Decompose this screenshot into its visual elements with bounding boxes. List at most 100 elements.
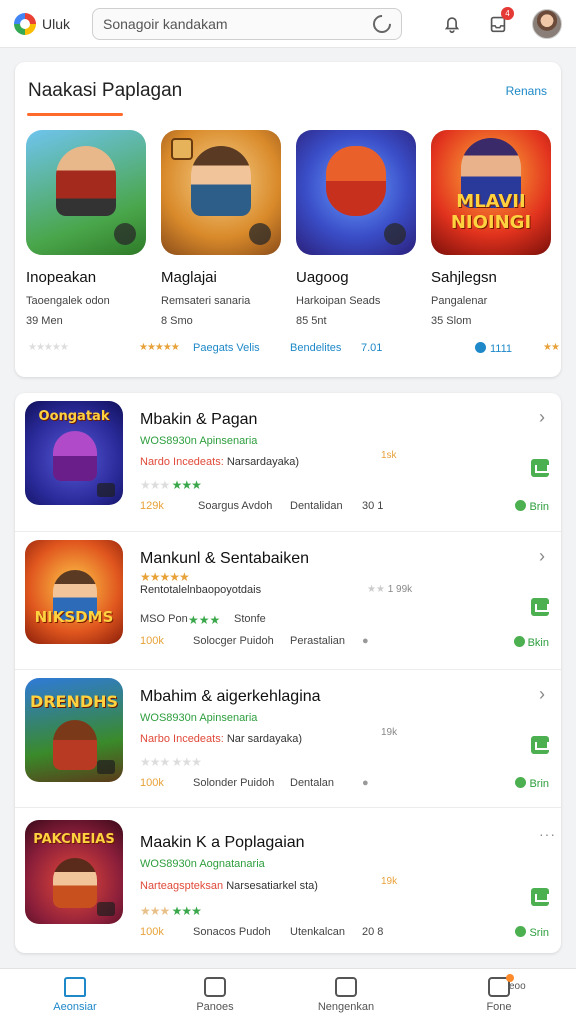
chevron-right-icon[interactable]: › — [539, 684, 549, 704]
app-size: 39 Men — [26, 315, 63, 327]
app-list: Oongatak Mbakin & Pagan WOS8930n Apinsen… — [15, 393, 561, 953]
category-link[interactable]: Paegats Velis — [193, 342, 260, 354]
icon-wordmark: MLAVII NIOINGI — [450, 191, 532, 233]
section-title: Naakasi Paplagan — [28, 80, 183, 101]
rating-stars: ★★ — [543, 342, 560, 353]
inbox-icon[interactable]: 4 — [486, 6, 514, 36]
open-button[interactable]: Srin — [515, 926, 549, 939]
open-button[interactable]: Brin — [515, 777, 549, 790]
app-category: WOS8930n Apinsenaria — [140, 435, 258, 447]
badge-icon — [97, 760, 115, 774]
list-item[interactable]: PAKCNEIAS Maakin K a Poplagaian WOS8930n… — [15, 807, 561, 953]
app-size: 8 Smo — [161, 315, 193, 327]
app-icon — [161, 130, 281, 255]
app-icon — [26, 130, 146, 255]
avatar[interactable] — [532, 8, 562, 39]
app-icon: PAKCNEIAS — [25, 820, 123, 924]
badge-icon — [384, 223, 406, 245]
nav-apps[interactable]: Nengenkan — [296, 977, 396, 1013]
app-title: Mbakin & Pagan — [140, 411, 258, 428]
open-button[interactable]: Bkin — [513, 636, 549, 649]
badge-icon — [114, 223, 136, 245]
app-name: Uagoog — [296, 269, 349, 286]
bottom-nav: Aeonsiar Panoes Nengenkan Fone eoo — [0, 968, 576, 1024]
category-link[interactable]: Bendelites — [290, 342, 341, 354]
gamepad-icon — [204, 977, 226, 997]
install-icon[interactable] — [531, 888, 549, 906]
character-art — [53, 720, 97, 770]
featured-footer-row: ★★★★★ ★★★★★ Paegats Velis Bendelites 7.0… — [28, 342, 560, 358]
rating-stars: ★★★★★ — [28, 342, 69, 353]
app-icon: DRENDHS — [25, 678, 123, 782]
see-more-link[interactable]: Renans — [506, 84, 547, 98]
badge-icon — [97, 483, 115, 497]
rating-count: 7.01 — [361, 342, 383, 354]
document-icon — [335, 977, 357, 997]
play-icon — [515, 926, 527, 937]
install-icon[interactable] — [531, 736, 549, 754]
search-input[interactable] — [103, 15, 373, 32]
app-size: 35 Slom — [431, 315, 472, 327]
character-art — [53, 858, 97, 908]
bell-icon — [488, 974, 514, 997]
featured-app-card[interactable]: Inopeakan Taoengalek odon 39 Men — [26, 130, 146, 327]
icon-wordmark: Oongatak — [38, 409, 110, 424]
top-icons: 4 — [440, 6, 562, 39]
refresh-icon[interactable] — [369, 10, 395, 37]
app-developer: Taoengalek odon — [26, 295, 110, 307]
play-icon — [515, 777, 527, 788]
install-icon[interactable] — [531, 459, 549, 477]
rating-stars: ★★★ ★★★ — [140, 904, 202, 918]
top-bar: Uluk 4 — [0, 0, 576, 48]
small-rating: 19k — [381, 727, 398, 738]
featured-section: Naakasi Paplagan Renans Inopeakan Taoeng… — [15, 62, 561, 377]
install-icon[interactable] — [531, 598, 549, 616]
nav-home[interactable]: Aeonsiar — [25, 977, 125, 1013]
nav-games[interactable]: Panoes — [165, 977, 265, 1013]
search-bar[interactable] — [92, 7, 402, 40]
open-button[interactable]: Brin — [515, 500, 549, 513]
character-art — [191, 146, 251, 216]
featured-app-card[interactable]: Uagoog Harkoipan Seads 85 5nt — [296, 130, 416, 327]
small-rating: 1sk — [381, 450, 397, 461]
small-rating: ★★ 1 99k — [367, 584, 413, 595]
app-icon: NIKSDMS — [25, 540, 123, 644]
logo-text: Uluk — [42, 15, 71, 32]
icon-wordmark: PAKCNEIAS — [33, 832, 115, 847]
app-developer: Harkoipan Seads — [296, 295, 381, 307]
app-developer: Remsateri sanaria — [161, 295, 251, 307]
featured-app-card[interactable]: Maglajai Remsateri sanaria 8 Smo — [161, 130, 281, 327]
app-size: 85 5nt — [296, 315, 327, 327]
tag-icon — [171, 138, 193, 160]
rating-stars: ★★★ ★★★ — [140, 755, 202, 769]
app-developer: Pangalenar — [431, 295, 488, 307]
featured-apps-row: Inopeakan Taoengalek odon 39 Men Maglaja… — [26, 130, 561, 327]
app-name: Maglajai — [161, 269, 217, 286]
chevron-right-icon[interactable]: › — [539, 546, 549, 566]
rating-stars: ★★★★★ — [139, 342, 180, 353]
app-logo[interactable]: Uluk — [14, 12, 86, 35]
chevron-right-icon[interactable]: › — [539, 407, 549, 427]
app-title: Maakin K a Poplagaian — [140, 834, 305, 851]
app-icon — [296, 130, 416, 255]
badge-icon — [97, 902, 115, 916]
list-item[interactable]: DRENDHS Mbahim & aigerkehlagina WOS8930n… — [15, 669, 561, 807]
app-title: Mbahim & aigerkehlagina — [140, 688, 321, 705]
list-item[interactable]: NIKSDMS Mankunl & Sentabaiken ★★★★★ Rent… — [15, 531, 561, 669]
play-icon — [513, 636, 525, 647]
featured-app-card[interactable]: MLAVII NIOINGI Sahjlegsn Pangalenar 35 S… — [431, 130, 551, 327]
info-icon — [475, 342, 486, 353]
app-name: Sahjlegsn — [431, 269, 497, 286]
bell-icon[interactable] — [440, 12, 464, 36]
rating-stars: ★★★★★ — [140, 570, 190, 584]
character-art — [56, 146, 116, 216]
title-underline — [27, 113, 123, 116]
nav-profile[interactable]: Fone eoo — [449, 974, 549, 1013]
app-icon: MLAVII NIOINGI — [431, 130, 551, 255]
app-category: WOS8930n Apinsenaria — [140, 712, 258, 724]
list-item[interactable]: Oongatak Mbakin & Pagan WOS8930n Apinsen… — [15, 393, 561, 531]
icon-wordmark: NIKSDMS — [34, 608, 114, 626]
icon-wordmark: DRENDHS — [29, 692, 119, 711]
more-options-icon[interactable]: ··· — [539, 826, 555, 842]
app-description: Narteagspteksan Narsesatiarkel sta) — [140, 880, 318, 892]
